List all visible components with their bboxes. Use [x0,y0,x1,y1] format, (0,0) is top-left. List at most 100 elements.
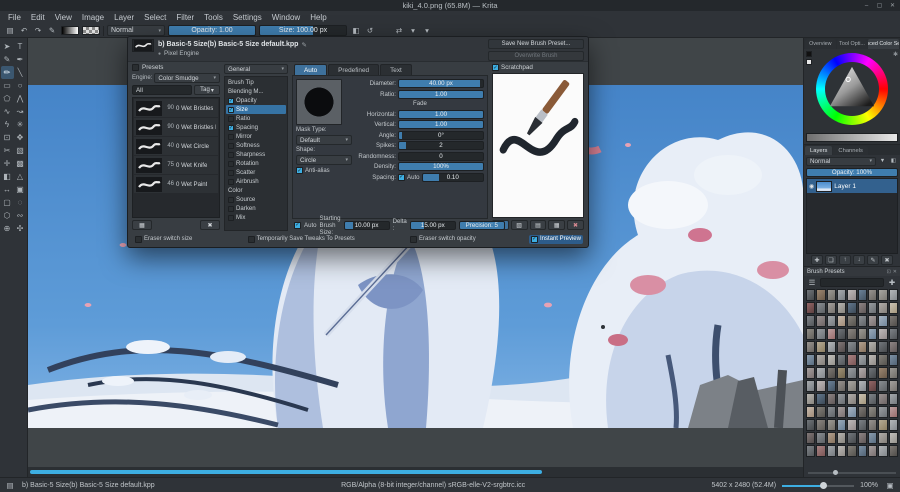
add-layer-button[interactable]: ✚ [811,255,823,265]
tag-button[interactable]: Tag ▾ [194,85,220,95]
brush-preset-thumb[interactable] [857,354,867,366]
minimize-button[interactable]: – [861,1,872,10]
hue-ring[interactable] [816,53,888,125]
brush-preset-thumb[interactable] [806,406,816,418]
brush-option-blending-m-[interactable]: Blending M... [226,87,286,96]
brush-preset-thumb[interactable] [867,328,878,340]
brush-option-opacity[interactable]: ✓ Opacity [226,96,286,105]
horizontal-scrollbar[interactable] [28,467,803,477]
shape-dropdown[interactable]: Circle ▾ [296,155,352,165]
brush-preset-thumb[interactable] [878,367,888,379]
brush-preset-thumb[interactable] [826,328,836,340]
option-checkbox[interactable] [228,133,234,140]
brush-preset-thumb[interactable] [826,354,836,366]
scratchpad-fill-layer-button[interactable]: ▦ [548,220,566,230]
brush-preset-thumb[interactable] [806,393,816,405]
tool-reference[interactable]: ▣ [14,183,27,196]
tool-select-shapes[interactable]: ➤ [1,40,14,53]
tab-channels[interactable]: Channels [833,146,868,155]
tool-freehand-brush[interactable]: ✏ [0,66,14,79]
layer-filter-icon[interactable]: ▼ [878,157,887,166]
option-temporarily-save-tweaks-to-presets[interactable]: Temporarily Save Tweaks To Presets [246,235,357,244]
thumbnail-size-slider[interactable] [804,469,900,477]
size-slider[interactable]: Size: 100.00 px [259,25,347,36]
brush-preset-thumb[interactable] [826,302,836,314]
brush-option-brush-tip[interactable]: Brush Tip [226,78,286,87]
tool-pattern[interactable]: ▩ [14,157,27,170]
brush-preset-thumb[interactable] [857,302,867,314]
menu-settings[interactable]: Settings [228,13,267,22]
brush-preset-thumb[interactable] [826,445,836,457]
param-slider[interactable]: 0° [398,130,484,140]
brush-preset-thumb[interactable] [878,315,888,327]
brush-option-scatter[interactable]: Scatter [226,168,286,177]
brush-preset-thumb[interactable] [847,445,857,457]
brush-preset-thumb[interactable] [826,419,836,431]
maximize-button[interactable]: ▢ [874,1,885,10]
preset-list-item[interactable]: 46 0 Wet Paint [134,175,218,193]
layer-list[interactable]: ◉ Layer 1 [806,178,898,254]
options-category-dropdown[interactable]: General ▾ [224,64,288,74]
tab-layers[interactable]: Layers [805,146,833,155]
brush-preset-thumb[interactable] [857,393,867,405]
auto-spacing-checkbox[interactable]: ✓ [398,173,405,181]
mirror-horizontal-icon[interactable]: ⇄ [393,25,405,36]
brush-preset-thumb[interactable] [888,380,898,392]
brush-preset-thumb[interactable] [847,419,857,431]
dock-tab-tool-opti-[interactable]: Tool Opti... [836,39,868,49]
tool-bezier[interactable]: ∿ [1,105,14,118]
param-slider[interactable]: 1.00 [398,89,484,99]
option-checkbox[interactable]: ✓ [228,106,234,113]
zoom-level[interactable]: 100% [860,482,878,489]
brush-preset-thumb[interactable] [878,302,888,314]
brush-option-size[interactable]: ✓ Size [226,105,286,114]
brush-option-spacing[interactable]: ✓ Spacing [226,123,286,132]
brush-preset-thumb[interactable] [888,432,898,444]
brush-preset-thumb[interactable] [836,302,847,314]
tool-multibrush[interactable]: ✳ [14,118,27,131]
brush-preset-thumb[interactable] [836,341,847,353]
tool-rectangle[interactable]: ▭ [1,79,14,92]
brush-preset-thumb[interactable] [836,328,847,340]
duplicate-layer-button[interactable]: ❏ [825,255,837,265]
mask-type-dropdown[interactable]: Default ▾ [296,135,352,145]
brush-preset-thumb[interactable] [806,302,816,314]
brush-preset-thumb[interactable] [847,406,857,418]
tool-calligraphy[interactable]: ✒ [14,53,27,66]
preset-view-mode-button[interactable]: ▦ [132,220,152,230]
zoom-slider[interactable] [782,481,855,490]
brush-preset-thumb[interactable] [816,315,826,327]
brush-option-sharpness[interactable]: Sharpness [226,150,286,159]
blending-mode-dropdown[interactable]: Normal ▾ [107,25,165,36]
brush-preset-thumb[interactable] [867,315,878,327]
brush-preset-thumb[interactable] [857,380,867,392]
brush-preset-thumb[interactable] [816,328,826,340]
tool-gradient[interactable]: ▧ [14,144,27,157]
option-eraser-switch-size[interactable]: Eraser switch size [133,235,194,244]
brush-option-ratio[interactable]: Ratio [226,114,286,123]
layer-visibility-icon[interactable]: ◉ [809,183,814,190]
delta-slider[interactable]: 15.00 px [409,220,456,230]
menu-file[interactable]: File [3,13,26,22]
brush-preset-thumb[interactable] [867,354,878,366]
preset-filter-input[interactable]: All [132,85,192,95]
brush-preset-thumb[interactable] [816,302,826,314]
option-checkbox[interactable] [410,235,418,243]
brush-preset-thumb[interactable] [847,393,857,405]
brush-preset-thumb[interactable] [826,367,836,379]
brush-preset-thumb[interactable] [836,367,847,379]
brush-preset-thumb[interactable] [888,289,898,301]
brush-preset-thumb[interactable] [847,432,857,444]
option-checkbox[interactable] [228,142,234,149]
brush-preset-thumb[interactable] [826,380,836,392]
brush-preset-thumb[interactable] [878,432,888,444]
layer-opacity-slider[interactable]: Opacity: 100% [806,168,898,177]
brush-preset-thumb[interactable] [826,432,836,444]
shade-selector[interactable] [806,133,898,142]
brush-preset-thumb[interactable] [816,367,826,379]
preset-list-item[interactable]: 900 Wet Bristles Rough [134,118,218,136]
brush-preset-thumb[interactable] [836,406,847,418]
brush-preset-thumb[interactable] [826,341,836,353]
tool-ellipse[interactable]: ○ [14,79,27,92]
brush-preset-thumb[interactable] [826,393,836,405]
